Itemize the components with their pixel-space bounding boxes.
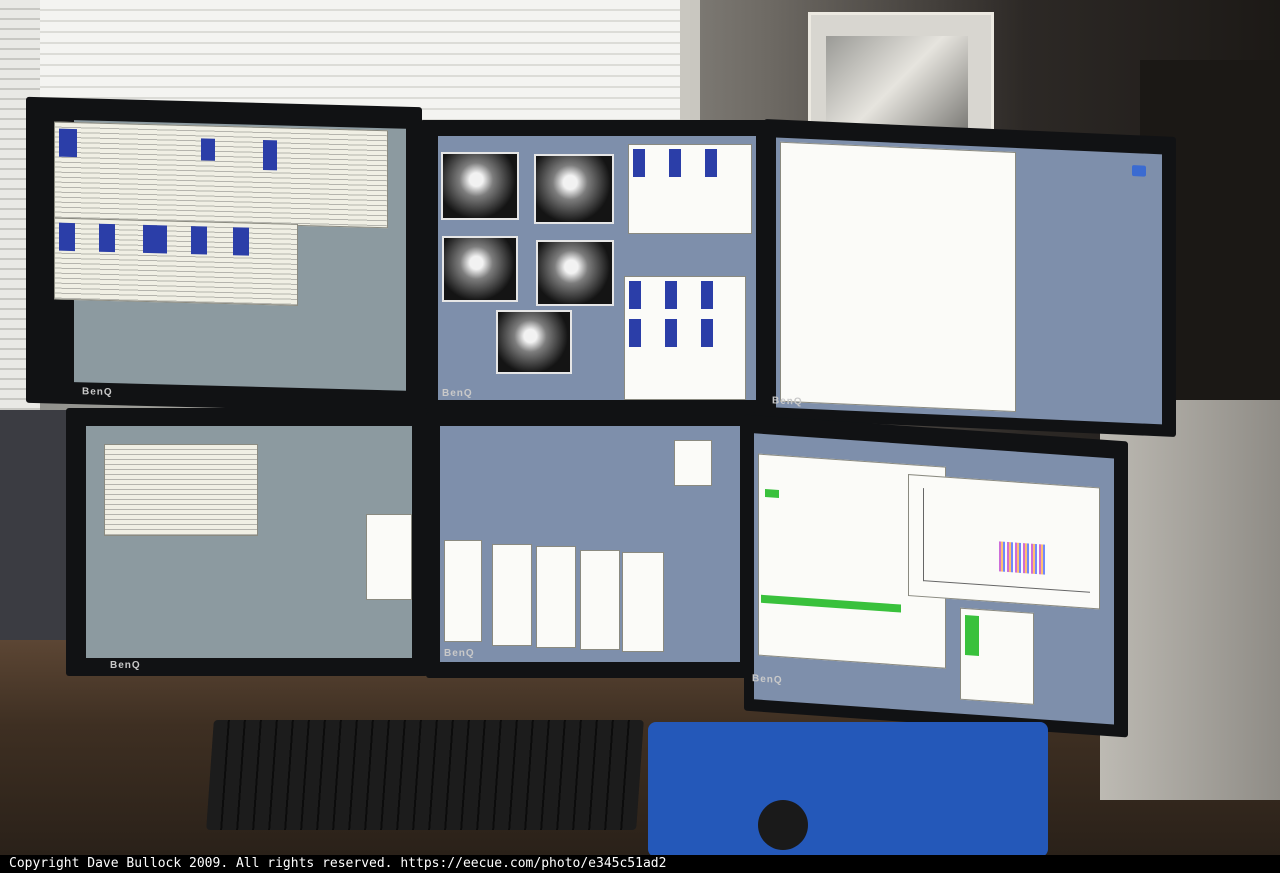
selection-block bbox=[201, 138, 215, 161]
terminal-window[interactable] bbox=[104, 444, 258, 536]
camera-feed bbox=[442, 236, 518, 302]
status-window[interactable] bbox=[624, 276, 746, 400]
monitor-brand: BenQ bbox=[444, 648, 475, 659]
selection-block bbox=[629, 281, 641, 309]
terminal-window[interactable] bbox=[54, 217, 298, 306]
monitor-brand: BenQ bbox=[110, 660, 141, 671]
terminal-window[interactable] bbox=[54, 121, 388, 229]
monitor-bottom-left: BenQ bbox=[66, 408, 428, 676]
monitor-top-left: BenQ bbox=[26, 96, 422, 414]
window-frame bbox=[680, 0, 700, 130]
screen-top-right bbox=[776, 137, 1162, 425]
selection-block bbox=[263, 140, 277, 171]
screen-bottom-right bbox=[754, 433, 1114, 725]
plot-axes bbox=[923, 488, 1090, 593]
selection-block bbox=[59, 128, 77, 158]
status-indicator bbox=[965, 615, 979, 657]
keyboard[interactable] bbox=[206, 720, 644, 830]
mousepad bbox=[648, 722, 1048, 857]
selection-block bbox=[665, 281, 677, 309]
status-window[interactable] bbox=[628, 144, 752, 234]
folder-icon[interactable] bbox=[1132, 165, 1146, 177]
info-window[interactable] bbox=[622, 552, 664, 652]
info-window[interactable] bbox=[444, 540, 482, 642]
status-indicator bbox=[765, 489, 779, 499]
selection-block bbox=[99, 223, 115, 253]
info-window[interactable] bbox=[492, 544, 532, 646]
monitor-bottom-right: BenQ bbox=[744, 414, 1128, 738]
selection-block bbox=[191, 226, 207, 255]
mouse[interactable] bbox=[758, 800, 808, 850]
info-window[interactable] bbox=[366, 514, 412, 600]
selection-block bbox=[669, 149, 681, 177]
plot-scatter-points bbox=[999, 541, 1045, 575]
screen-top-left bbox=[54, 120, 406, 391]
monitor-top-right: BenQ bbox=[764, 119, 1176, 437]
selection-block bbox=[629, 319, 641, 347]
monitor-brand: BenQ bbox=[772, 395, 803, 408]
monitor-top-center: BenQ bbox=[420, 120, 770, 416]
screen-bottom-center bbox=[440, 426, 740, 662]
plot-window[interactable] bbox=[908, 474, 1100, 610]
screen-bottom-left bbox=[86, 426, 412, 658]
poster-image bbox=[826, 36, 968, 130]
monitor-brand: BenQ bbox=[82, 386, 113, 399]
selection-block bbox=[705, 149, 717, 177]
camera-feed bbox=[496, 310, 572, 374]
info-window[interactable] bbox=[580, 550, 620, 650]
screen-top-center bbox=[438, 136, 756, 400]
selection-block bbox=[59, 222, 75, 252]
selection-block bbox=[701, 319, 713, 347]
info-window[interactable] bbox=[536, 546, 576, 648]
camera-feed bbox=[441, 152, 519, 220]
monitor-brand: BenQ bbox=[442, 388, 473, 399]
camera-feed bbox=[536, 240, 614, 306]
selection-block bbox=[701, 281, 713, 309]
info-window[interactable] bbox=[674, 440, 712, 486]
copyright-footer: Copyright Dave Bullock 2009. All rights … bbox=[0, 855, 1280, 873]
status-window[interactable] bbox=[960, 607, 1034, 705]
selection-block bbox=[633, 149, 645, 177]
control-panel-window[interactable] bbox=[780, 141, 1016, 413]
status-bar bbox=[761, 594, 901, 613]
selection-block bbox=[143, 224, 167, 254]
monitor-bottom-center: BenQ bbox=[426, 412, 756, 678]
selection-block bbox=[665, 319, 677, 347]
selection-block bbox=[233, 227, 249, 256]
monitor-brand: BenQ bbox=[752, 673, 783, 687]
camera-feed bbox=[534, 154, 614, 224]
